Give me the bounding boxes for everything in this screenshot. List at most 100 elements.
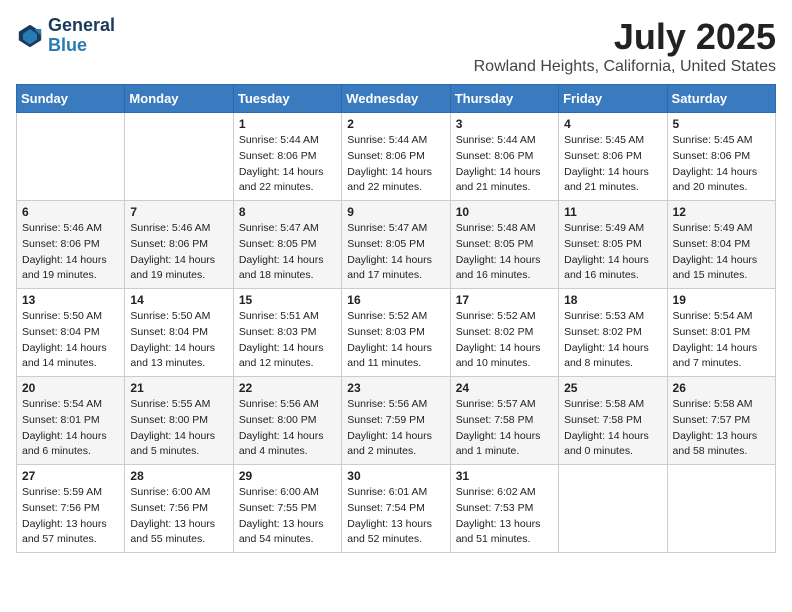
- day-info: Sunrise: 5:55 AM Sunset: 8:00 PM Dayligh…: [130, 397, 227, 460]
- day-info: Sunrise: 5:51 AM Sunset: 8:03 PM Dayligh…: [239, 309, 336, 372]
- day-info: Sunrise: 5:45 AM Sunset: 8:06 PM Dayligh…: [564, 133, 661, 196]
- day-info: Sunrise: 5:48 AM Sunset: 8:05 PM Dayligh…: [456, 221, 553, 284]
- day-info: Sunrise: 5:47 AM Sunset: 8:05 PM Dayligh…: [347, 221, 444, 284]
- day-number: 5: [673, 117, 770, 131]
- calendar-cell: 24Sunrise: 5:57 AM Sunset: 7:58 PM Dayli…: [450, 377, 558, 465]
- calendar-cell: 15 Sunrise: 5:51 AM Sunset: 8:03 PM Dayli…: [233, 289, 341, 377]
- calendar-cell: [667, 465, 775, 553]
- day-number: 26: [673, 381, 770, 395]
- day-number: 13: [22, 293, 119, 307]
- day-number: 22: [239, 381, 336, 395]
- calendar-cell: 20Sunrise: 5:54 AM Sunset: 8:01 PM Dayli…: [17, 377, 125, 465]
- day-info: Sunrise: 5:52 AM Sunset: 8:03 PM Dayligh…: [347, 309, 444, 372]
- day-number: 24: [456, 381, 553, 395]
- calendar-header-row: SundayMondayTuesdayWednesdayThursdayFrid…: [17, 85, 776, 113]
- calendar-cell: [125, 113, 233, 201]
- day-number: 27: [22, 469, 119, 483]
- day-number: 15: [239, 293, 336, 307]
- day-number: 1: [239, 117, 336, 131]
- calendar-cell: 7Sunrise: 5:46 AM Sunset: 8:06 PM Daylig…: [125, 201, 233, 289]
- calendar-week-2: 6Sunrise: 5:46 AM Sunset: 8:06 PM Daylig…: [17, 201, 776, 289]
- calendar-cell: 23 Sunrise: 5:56 AM Sunset: 7:59 PM Dayli…: [342, 377, 450, 465]
- calendar-cell: 14 Sunrise: 5:50 AM Sunset: 8:04 PM Dayli…: [125, 289, 233, 377]
- title-block: July 2025 Rowland Heights, California, U…: [474, 16, 776, 76]
- calendar-cell: 10 Sunrise: 5:48 AM Sunset: 8:05 PM Dayli…: [450, 201, 558, 289]
- logo-text: General Blue: [48, 16, 115, 56]
- day-number: 23: [347, 381, 444, 395]
- calendar-cell: 18Sunrise: 5:53 AM Sunset: 8:02 PM Dayli…: [559, 289, 667, 377]
- day-info: Sunrise: 5:56 AM Sunset: 8:00 PM Dayligh…: [239, 397, 336, 460]
- day-info: Sunrise: 5:56 AM Sunset: 7:59 PM Dayligh…: [347, 397, 444, 460]
- calendar-cell: 25Sunrise: 5:58 AM Sunset: 7:58 PM Dayli…: [559, 377, 667, 465]
- calendar-week-1: 1 Sunrise: 5:44 AM Sunset: 8:06 PM Daylig…: [17, 113, 776, 201]
- day-header-friday: Friday: [559, 85, 667, 113]
- day-info: Sunrise: 5:50 AM Sunset: 8:04 PM Dayligh…: [22, 309, 119, 372]
- calendar-cell: 5 Sunrise: 5:45 AM Sunset: 8:06 PM Daylig…: [667, 113, 775, 201]
- page-header: General Blue July 2025 Rowland Heights, …: [16, 16, 776, 76]
- calendar-week-4: 20Sunrise: 5:54 AM Sunset: 8:01 PM Dayli…: [17, 377, 776, 465]
- day-info: Sunrise: 5:49 AM Sunset: 8:05 PM Dayligh…: [564, 221, 661, 284]
- day-number: 12: [673, 205, 770, 219]
- calendar-cell: 1Sunrise: 5:44 AM Sunset: 8:06 PM Daylig…: [233, 113, 341, 201]
- day-info: Sunrise: 5:44 AM Sunset: 8:06 PM Dayligh…: [347, 133, 444, 196]
- calendar-week-3: 13 Sunrise: 5:50 AM Sunset: 8:04 PM Dayli…: [17, 289, 776, 377]
- day-header-wednesday: Wednesday: [342, 85, 450, 113]
- day-number: 8: [239, 205, 336, 219]
- calendar-cell: 3 Sunrise: 5:44 AM Sunset: 8:06 PM Daylig…: [450, 113, 558, 201]
- day-info: Sunrise: 5:50 AM Sunset: 8:04 PM Dayligh…: [130, 309, 227, 372]
- calendar-cell: 6Sunrise: 5:46 AM Sunset: 8:06 PM Daylig…: [17, 201, 125, 289]
- day-info: Sunrise: 6:01 AM Sunset: 7:54 PM Dayligh…: [347, 485, 444, 548]
- location-title: Rowland Heights, California, United Stat…: [474, 58, 776, 76]
- day-info: Sunrise: 5:58 AM Sunset: 7:57 PM Dayligh…: [673, 397, 770, 460]
- calendar-cell: 2Sunrise: 5:44 AM Sunset: 8:06 PM Daylig…: [342, 113, 450, 201]
- day-info: Sunrise: 5:59 AM Sunset: 7:56 PM Dayligh…: [22, 485, 119, 548]
- month-title: July 2025: [474, 16, 776, 58]
- day-number: 11: [564, 205, 661, 219]
- day-info: Sunrise: 5:52 AM Sunset: 8:02 PM Dayligh…: [456, 309, 553, 372]
- day-header-tuesday: Tuesday: [233, 85, 341, 113]
- day-info: Sunrise: 5:54 AM Sunset: 8:01 PM Dayligh…: [22, 397, 119, 460]
- calendar-cell: 4 Sunrise: 5:45 AM Sunset: 8:06 PM Daylig…: [559, 113, 667, 201]
- calendar-cell: 28 Sunrise: 6:00 AM Sunset: 7:56 PM Dayli…: [125, 465, 233, 553]
- day-info: Sunrise: 5:45 AM Sunset: 8:06 PM Dayligh…: [673, 133, 770, 196]
- day-number: 7: [130, 205, 227, 219]
- day-info: Sunrise: 5:46 AM Sunset: 8:06 PM Dayligh…: [22, 221, 119, 284]
- day-number: 29: [239, 469, 336, 483]
- calendar-cell: 8Sunrise: 5:47 AM Sunset: 8:05 PM Daylig…: [233, 201, 341, 289]
- calendar-cell: 12 Sunrise: 5:49 AM Sunset: 8:04 PM Dayli…: [667, 201, 775, 289]
- day-info: Sunrise: 5:54 AM Sunset: 8:01 PM Dayligh…: [673, 309, 770, 372]
- day-number: 21: [130, 381, 227, 395]
- calendar-cell: 9 Sunrise: 5:47 AM Sunset: 8:05 PM Daylig…: [342, 201, 450, 289]
- logo-icon: [16, 22, 44, 50]
- calendar-cell: 31 Sunrise: 6:02 AM Sunset: 7:53 PM Dayli…: [450, 465, 558, 553]
- day-number: 28: [130, 469, 227, 483]
- calendar-week-5: 27 Sunrise: 5:59 AM Sunset: 7:56 PM Dayli…: [17, 465, 776, 553]
- day-number: 14: [130, 293, 227, 307]
- day-number: 10: [456, 205, 553, 219]
- day-header-saturday: Saturday: [667, 85, 775, 113]
- calendar-cell: 13 Sunrise: 5:50 AM Sunset: 8:04 PM Dayli…: [17, 289, 125, 377]
- calendar-cell: 11 Sunrise: 5:49 AM Sunset: 8:05 PM Dayli…: [559, 201, 667, 289]
- calendar-cell: [17, 113, 125, 201]
- day-number: 25: [564, 381, 661, 395]
- day-number: 30: [347, 469, 444, 483]
- calendar-body: 1 Sunrise: 5:44 AM Sunset: 8:06 PM Daylig…: [17, 113, 776, 553]
- calendar-cell: 16 Sunrise: 5:52 AM Sunset: 8:03 PM Dayli…: [342, 289, 450, 377]
- day-number: 17: [456, 293, 553, 307]
- logo: General Blue: [16, 16, 115, 56]
- day-number: 18: [564, 293, 661, 307]
- day-info: Sunrise: 6:00 AM Sunset: 7:55 PM Dayligh…: [239, 485, 336, 548]
- day-number: 16: [347, 293, 444, 307]
- day-number: 3: [456, 117, 553, 131]
- day-number: 9: [347, 205, 444, 219]
- day-info: Sunrise: 5:44 AM Sunset: 8:06 PM Dayligh…: [456, 133, 553, 196]
- calendar-cell: 29 Sunrise: 6:00 AM Sunset: 7:55 PM Dayli…: [233, 465, 341, 553]
- calendar-cell: [559, 465, 667, 553]
- day-number: 4: [564, 117, 661, 131]
- day-info: Sunrise: 5:49 AM Sunset: 8:04 PM Dayligh…: [673, 221, 770, 284]
- day-info: Sunrise: 6:00 AM Sunset: 7:56 PM Dayligh…: [130, 485, 227, 548]
- day-info: Sunrise: 6:02 AM Sunset: 7:53 PM Dayligh…: [456, 485, 553, 548]
- day-number: 31: [456, 469, 553, 483]
- calendar-cell: 27 Sunrise: 5:59 AM Sunset: 7:56 PM Dayli…: [17, 465, 125, 553]
- day-header-monday: Monday: [125, 85, 233, 113]
